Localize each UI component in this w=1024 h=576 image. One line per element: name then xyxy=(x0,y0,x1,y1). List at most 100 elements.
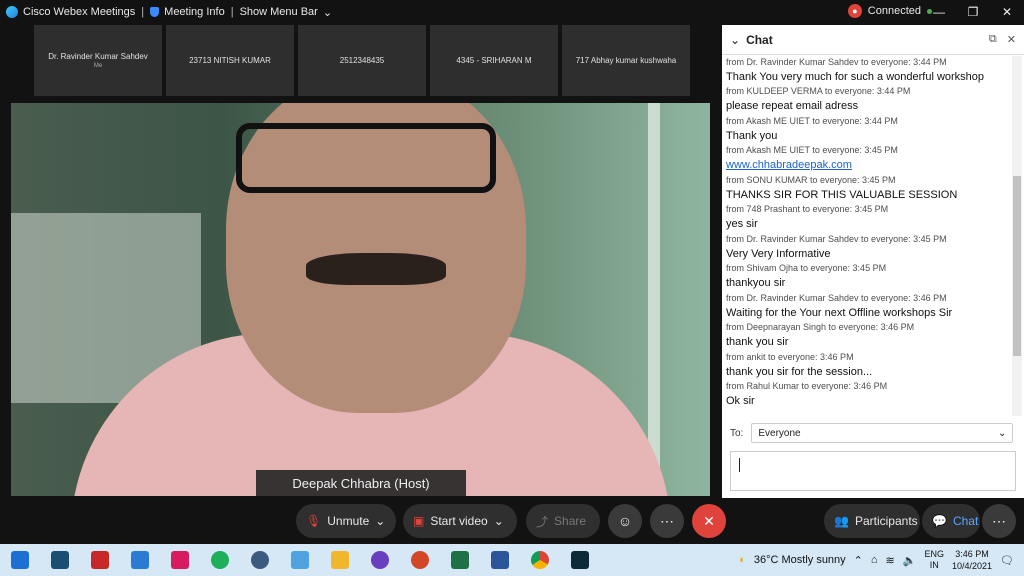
chat-panel: ⌄ Chat ⧉ ✕ from Dr. Ravinder Kumar Sahde… xyxy=(722,25,1024,498)
chat-scrollbar[interactable] xyxy=(1012,56,1022,416)
app-icon xyxy=(251,551,269,569)
to-label: To: xyxy=(730,427,744,439)
participant-thumbnail[interactable]: 4345 - SRIHARAN M xyxy=(430,25,558,96)
taskbar-app[interactable] xyxy=(360,544,400,576)
more-options-button[interactable]: ⋯ xyxy=(650,504,684,538)
active-speaker-video[interactable] xyxy=(11,103,710,496)
app-icon xyxy=(291,551,309,569)
pop-out-icon[interactable]: ⧉ xyxy=(989,33,997,46)
start-button[interactable] xyxy=(0,544,40,576)
participants-button[interactable]: 👥 Participants xyxy=(824,504,920,538)
panel-more-button[interactable]: ⋯ xyxy=(982,504,1016,538)
taskbar-app[interactable] xyxy=(440,544,480,576)
chat-message: thank you sir xyxy=(726,336,789,349)
participants-label: Participants xyxy=(854,514,918,528)
reactions-button[interactable]: ☺ xyxy=(608,504,642,538)
chat-message: please repeat email adress xyxy=(726,100,859,113)
participant-name: 4345 - SRIHARAN M xyxy=(456,56,532,65)
input-language[interactable]: ENG IN xyxy=(924,549,944,571)
speaker-glasses xyxy=(236,123,496,193)
taskbar-app[interactable] xyxy=(280,544,320,576)
chat-recipient-row: To: Everyone ⌄ xyxy=(730,423,1014,443)
taskbar-app[interactable] xyxy=(520,544,560,576)
app-icon xyxy=(51,551,69,569)
close-icon[interactable]: ✕ xyxy=(990,0,1024,24)
clock[interactable]: 3:46 PM 10/4/2021 xyxy=(952,548,992,572)
volume-icon[interactable]: 🔈 xyxy=(903,554,917,567)
muted-mic-icon: 🎙 xyxy=(306,514,322,528)
meeting-info-button[interactable]: Meeting Info xyxy=(144,6,231,18)
taskbar-app[interactable] xyxy=(80,544,120,576)
chat-input[interactable] xyxy=(730,451,1016,491)
text-caret xyxy=(739,458,740,472)
chevron-down-icon: ⌄ xyxy=(997,427,1007,439)
meeting-controls: 🎙 Unmute ⌄ ▣ Start video ⌄ ⤴ Share ☺ ⋯ ✕… xyxy=(0,500,1024,544)
chat-header: ⌄ Chat ⧉ ✕ xyxy=(722,25,1024,55)
chat-message-list[interactable]: from Dr. Ravinder Kumar Sahdev to everyo… xyxy=(722,56,1010,416)
wifi-icon[interactable]: ≋ xyxy=(886,554,895,567)
chevron-up-icon[interactable]: ⌃ xyxy=(854,554,863,567)
chevron-down-icon[interactable]: ⌄ xyxy=(494,514,504,528)
start-video-label: Start video xyxy=(430,514,488,528)
share-button[interactable]: ⤴ Share xyxy=(526,504,600,538)
start-video-button[interactable]: ▣ Start video ⌄ xyxy=(403,504,517,538)
taskbar-app[interactable] xyxy=(200,544,240,576)
taskbar-app[interactable] xyxy=(240,544,280,576)
shield-icon xyxy=(150,7,160,17)
share-label: Share xyxy=(554,514,587,528)
region-label: IN xyxy=(929,560,939,570)
chat-sender: from Dr. Ravinder Kumar Sahdev to everyo… xyxy=(726,292,947,303)
taskbar-app[interactable] xyxy=(480,544,520,576)
close-icon[interactable]: ✕ xyxy=(1007,33,1016,46)
chat-link[interactable]: www.chhabradeepak.com xyxy=(726,159,1006,174)
chat-sender: from KULDEEP VERMA to everyone: 3:44 PM xyxy=(726,86,911,97)
taskbar-app[interactable] xyxy=(560,544,600,576)
collapse-chevron-icon[interactable]: ⌄ xyxy=(730,33,740,47)
windows-taskbar: ◐ 36°C Mostly sunny ⌃ ⌂ ≋ 🔈 ENG IN 3:46 … xyxy=(0,544,1024,576)
chat-scrollbar-thumb[interactable] xyxy=(1013,176,1021,356)
taskbar-app[interactable] xyxy=(320,544,360,576)
chat-button[interactable]: 💬 Chat xyxy=(922,504,980,538)
webex-icon xyxy=(571,551,589,569)
chat-sender: from Rahul Kumar to everyone: 3:46 PM xyxy=(726,381,888,392)
chat-sender: from Shivam Ojha to everyone: 3:45 PM xyxy=(726,263,887,274)
windows-logo-icon xyxy=(11,551,29,569)
more-dots-icon: ⋯ xyxy=(992,512,1006,529)
date-label: 10/4/2021 xyxy=(951,561,993,571)
participant-thumbnail[interactable]: 2512348435 xyxy=(298,25,426,96)
taskbar-app[interactable] xyxy=(160,544,200,576)
chat-sender: from SONU KUMAR to everyone: 3:45 PM xyxy=(726,174,896,185)
chat-message: Thank You very much for such a wonderful… xyxy=(726,70,985,83)
participant-name: Dr. Ravinder Kumar Sahdev xyxy=(48,52,148,61)
restore-icon[interactable]: ❐ xyxy=(956,0,990,24)
chrome-icon xyxy=(531,551,549,569)
app-icon xyxy=(371,551,389,569)
minimize-icon[interactable]: — xyxy=(922,0,956,24)
chat-message: Very Very Informative xyxy=(726,247,831,260)
weather-label[interactable]: 36°C Mostly sunny xyxy=(754,554,846,566)
taskbar-app[interactable] xyxy=(40,544,80,576)
chat-message: thank you sir for the session... xyxy=(726,365,873,378)
show-menu-bar-button[interactable]: Show Menu Bar ⌄ xyxy=(234,6,338,19)
network-icon[interactable]: ⌂ xyxy=(871,554,878,566)
smiley-icon: ☺ xyxy=(617,513,633,529)
unmute-button[interactable]: 🎙 Unmute ⌄ xyxy=(296,504,396,538)
participant-thumbnail[interactable]: 23713 NITISH KUMAR xyxy=(166,25,294,96)
chat-message: THANKS SIR FOR THIS VALUABLE SESSION xyxy=(726,188,958,201)
chevron-down-icon[interactable]: ⌄ xyxy=(375,514,385,528)
meeting-info-label: Meeting Info xyxy=(164,6,225,18)
window-controls: — ❐ ✕ xyxy=(922,0,1024,24)
app-title: Cisco Webex Meetings xyxy=(0,6,141,18)
taskbar-app[interactable] xyxy=(120,544,160,576)
taskbar-app[interactable] xyxy=(400,544,440,576)
notifications-icon[interactable]: 🗨 xyxy=(1000,554,1014,567)
chat-bubble-icon: 💬 xyxy=(932,514,947,528)
leave-meeting-button[interactable]: ✕ xyxy=(692,504,726,538)
recipient-select[interactable]: Everyone ⌄ xyxy=(751,423,1014,443)
participant-thumbnail[interactable]: Dr. Ravinder Kumar Sahdev Me xyxy=(34,25,162,96)
chat-title: Chat xyxy=(746,32,773,47)
system-tray: ◐ 36°C Mostly sunny ⌃ ⌂ ≋ 🔈 ENG IN 3:46 … xyxy=(739,544,1024,576)
connection-status[interactable]: ● Connected xyxy=(847,4,932,18)
participant-sub: Me xyxy=(93,63,103,69)
participant-thumbnail[interactable]: 717 Abhay kumar kushwaha xyxy=(562,25,690,96)
